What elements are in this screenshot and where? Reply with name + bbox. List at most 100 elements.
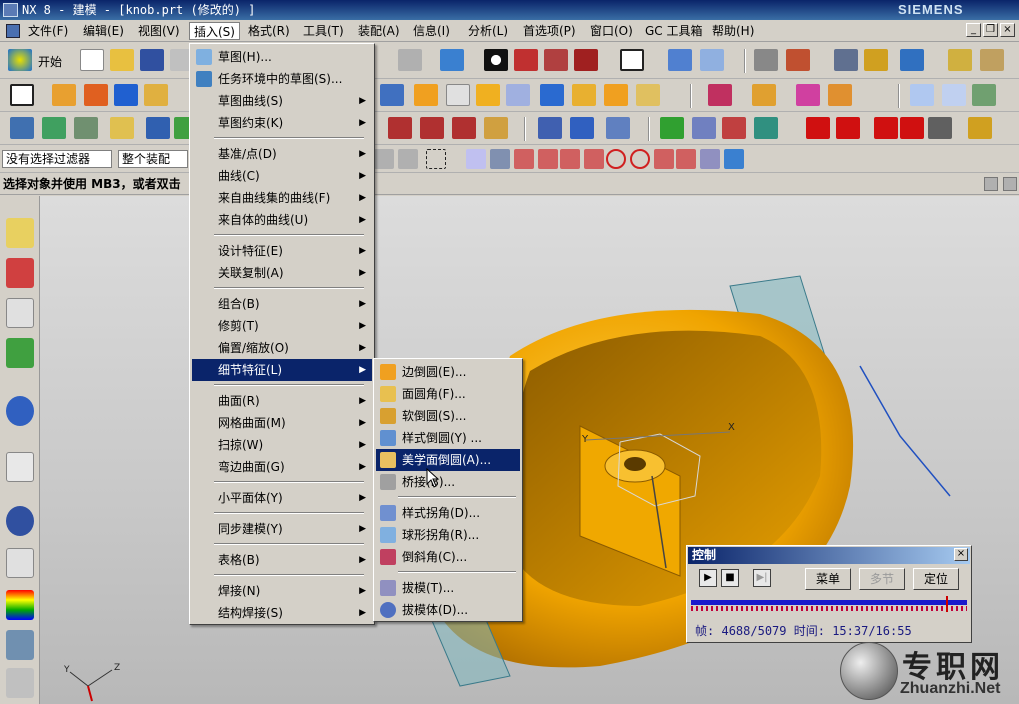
menu-item-soft-blend[interactable]: 软倒圆(S)... xyxy=(376,405,520,427)
project-icon[interactable] xyxy=(420,117,444,139)
new-file-icon[interactable] xyxy=(80,49,104,71)
stop-square-icon[interactable]: ■ xyxy=(721,569,739,587)
quadrant-icon[interactable] xyxy=(606,149,626,169)
type-filter-select[interactable]: 没有选择过滤器 xyxy=(2,150,112,168)
check-icon[interactable] xyxy=(660,117,684,139)
body-select-icon[interactable] xyxy=(724,149,744,169)
menu-help[interactable]: 帮助(H) xyxy=(708,22,758,40)
scope-select[interactable]: 整个装配 xyxy=(118,150,188,168)
open-folder-icon[interactable] xyxy=(110,49,134,71)
background-icon[interactable] xyxy=(620,49,644,71)
menu-item-offset-scale[interactable]: 偏置/缩放(O) ▶ xyxy=(192,337,372,359)
menu-item-sketch-constraint[interactable]: 草图约束(K) ▶ xyxy=(192,112,372,134)
menu-item-draft[interactable]: 拔模(T)... xyxy=(376,577,520,599)
menu-preferences[interactable]: 首选项(P) xyxy=(519,22,580,40)
chamfer-icon[interactable] xyxy=(572,84,596,106)
menu-edit[interactable]: 编辑(E) xyxy=(79,22,128,40)
through-curves-icon[interactable] xyxy=(972,84,996,106)
control-close-button[interactable]: × xyxy=(954,548,968,561)
menu-item-sweep[interactable]: 扫掠(W) ▶ xyxy=(192,434,372,456)
extract-icon[interactable] xyxy=(484,117,508,139)
next-frame-icon[interactable] xyxy=(874,117,898,139)
play-icon[interactable]: ▶ xyxy=(699,569,717,587)
point-on-curve-icon[interactable] xyxy=(676,149,696,169)
extrude-feature-icon[interactable] xyxy=(52,84,76,106)
shading-icon[interactable] xyxy=(484,49,508,71)
menu-item-draft-body[interactable]: 拔模体(D)... xyxy=(376,599,520,621)
existing-point-icon[interactable] xyxy=(654,149,674,169)
menu-item-aesthetic-face-blend[interactable]: 美学面倒圆(A)... xyxy=(376,449,520,471)
extrude-icon[interactable] xyxy=(398,49,422,71)
offset-icon[interactable] xyxy=(388,117,412,139)
close-button[interactable]: × xyxy=(1000,23,1015,37)
arc-center-icon[interactable] xyxy=(584,149,604,169)
axis-triad-icon[interactable] xyxy=(754,117,778,139)
menu-format[interactable]: 格式(R) xyxy=(244,22,294,40)
datum-axis-icon[interactable] xyxy=(42,117,66,139)
menu-item-facet-body[interactable]: 小平面体(Y) ▶ xyxy=(192,487,372,509)
menu-item-trim[interactable]: 修剪(T) ▶ xyxy=(192,315,372,337)
snap-icon-2[interactable] xyxy=(398,149,418,169)
web-browser-icon[interactable] xyxy=(6,452,34,482)
history-icon[interactable] xyxy=(6,506,34,536)
mesh-surface-icon[interactable] xyxy=(942,84,966,106)
save-icon[interactable] xyxy=(140,49,164,71)
menu-item-design-feature[interactable]: 设计特征(E) ▶ xyxy=(192,240,372,262)
menu-item-bridge[interactable]: 桥接(B)... xyxy=(376,471,520,493)
menu-item-table[interactable]: 表格(B) ▶ xyxy=(192,549,372,571)
mid-point-icon[interactable] xyxy=(514,149,534,169)
menu-item-curve[interactable]: 曲线(C) ▶ xyxy=(192,165,372,187)
menu-item-task-sketch[interactable]: 任务环境中的草图(S)... xyxy=(192,68,372,90)
split-body-icon[interactable] xyxy=(506,84,530,106)
snap-enable-icon[interactable] xyxy=(466,149,486,169)
offset-face-icon[interactable] xyxy=(414,84,438,106)
layers-icon[interactable] xyxy=(754,49,778,71)
menu-item-flange-surface[interactable]: 弯边曲面(G) ▶ xyxy=(192,456,372,478)
minimize-button[interactable]: _ xyxy=(966,23,981,37)
menu-insert[interactable]: 插入(S) xyxy=(189,22,240,40)
menu-button[interactable]: 菜单 xyxy=(805,568,851,590)
menu-item-curve-from-body[interactable]: 来自体的曲线(U) ▶ xyxy=(192,209,372,231)
progress-marker[interactable] xyxy=(946,596,948,612)
prev-frame-icon[interactable] xyxy=(836,117,860,139)
wcs-icon[interactable] xyxy=(786,49,810,71)
curve-icon[interactable] xyxy=(146,117,170,139)
edge-blend-icon[interactable] xyxy=(540,84,564,106)
table-icon[interactable] xyxy=(722,117,746,139)
menu-info[interactable]: 信息(I) xyxy=(409,22,454,40)
menu-item-structure-weld[interactable]: 结构焊接(S) ▶ xyxy=(192,602,372,624)
menu-item-synchronous[interactable]: 同步建模(Y) ▶ xyxy=(192,518,372,540)
intersect-curve-icon[interactable] xyxy=(452,117,476,139)
intersection-icon[interactable] xyxy=(560,149,580,169)
trim-body-icon[interactable] xyxy=(476,84,500,106)
gear-tool-icon[interactable] xyxy=(606,117,630,139)
point-on-face-icon[interactable] xyxy=(700,149,720,169)
menu-item-curve-from-curves[interactable]: 来自曲线集的曲线(F) ▶ xyxy=(192,187,372,209)
ruler-icon[interactable] xyxy=(948,49,972,71)
wireframe-icon[interactable] xyxy=(544,49,568,71)
menu-item-edge-blend[interactable]: 边倒圆(E)... xyxy=(376,361,520,383)
first-frame-icon[interactable] xyxy=(806,117,830,139)
start-icon[interactable] xyxy=(8,49,32,71)
datum-plane-icon[interactable] xyxy=(10,117,34,139)
move-icon[interactable] xyxy=(668,49,692,71)
menu-item-styled-blend[interactable]: 样式倒圆(Y) ... xyxy=(376,427,520,449)
tangent-icon[interactable] xyxy=(630,149,650,169)
menu-item-associative-copy[interactable]: 关联复制(A) ▶ xyxy=(192,262,372,284)
menu-item-datum-point[interactable]: 基准/点(D) ▶ xyxy=(192,143,372,165)
menu-gc-toolbox[interactable]: GC 工具箱 xyxy=(641,22,707,40)
pattern-icon[interactable] xyxy=(636,84,660,106)
menu-item-detail-feature[interactable]: 细节特征(L) ▶ xyxy=(192,359,372,381)
assembly-navigator-icon[interactable] xyxy=(6,218,34,248)
draft-icon[interactable] xyxy=(604,84,628,106)
menu-assembly[interactable]: 装配(A) xyxy=(354,22,404,40)
boss-icon[interactable] xyxy=(144,84,168,106)
revolve-icon[interactable] xyxy=(84,84,108,106)
snap-icon[interactable] xyxy=(900,49,924,71)
progress-track[interactable] xyxy=(691,600,967,605)
datum-csys-icon[interactable] xyxy=(74,117,98,139)
menu-file[interactable]: 文件(F) xyxy=(24,22,72,40)
subtract-icon[interactable] xyxy=(752,84,776,106)
orient-icon[interactable] xyxy=(700,49,724,71)
assembly-icon[interactable] xyxy=(692,117,716,139)
